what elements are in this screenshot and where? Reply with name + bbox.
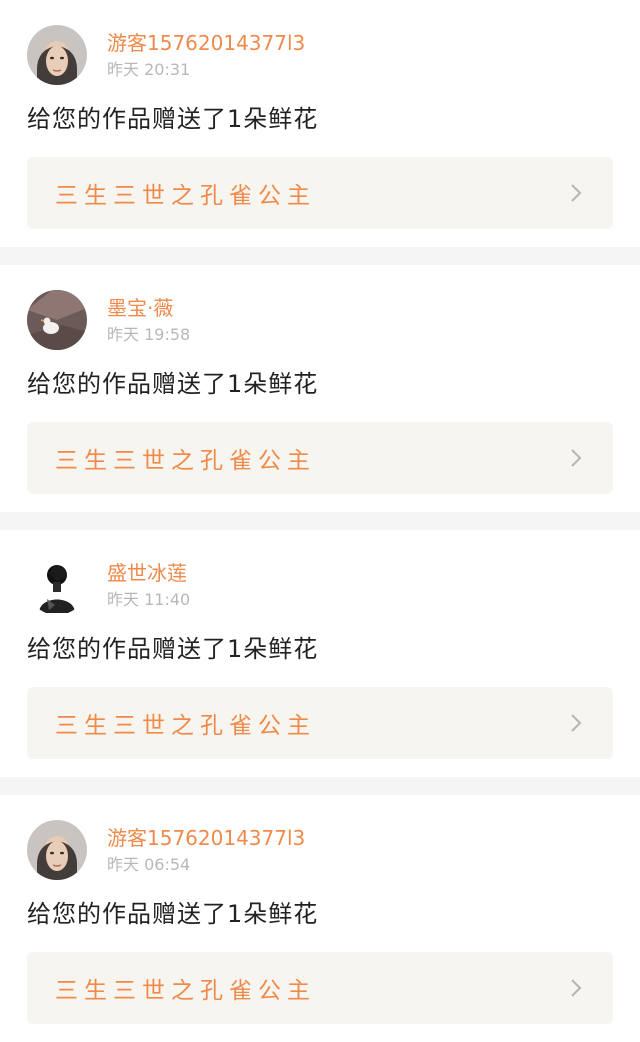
gift-message: 给您的作品赠送了1朵鲜花 [27,635,319,663]
woman-portrait-icon [27,820,87,880]
gift-message: 给您的作品赠送了1朵鲜花 [27,370,319,398]
chevron-right-icon [567,184,585,202]
gift-message: 给您的作品赠送了1朵鲜花 [27,105,319,133]
dark-figure-icon [27,555,87,615]
avatar[interactable] [27,290,87,350]
notification-header: 盛世冰莲 昨天 11:40 [27,553,613,617]
notification-header: 墨宝·薇 昨天 19:58 [27,288,613,352]
avatar[interactable] [27,25,87,85]
avatar[interactable] [27,555,87,615]
work-link[interactable]: 三生三世之孔雀公主 [27,952,613,1024]
username[interactable]: 盛世冰莲 [107,560,190,586]
white-bird-icon [27,290,87,350]
work-link[interactable]: 三生三世之孔雀公主 [27,687,613,759]
notification-header: 游客15762014377l3 昨天 20:31 [27,23,613,87]
timestamp: 昨天 19:58 [107,325,191,344]
username[interactable]: 墨宝·薇 [107,295,190,321]
notification-list: 游客15762014377l3 昨天 20:31 给您的作品赠送了1朵鲜花 三生… [0,0,640,1042]
timestamp: 昨天 11:40 [107,590,191,609]
work-title: 三生三世之孔雀公主 [55,448,316,474]
username[interactable]: 游客15762014377l3 [107,30,305,56]
chevron-right-icon [567,714,585,732]
work-link[interactable]: 三生三世之孔雀公主 [27,157,613,229]
work-title: 三生三世之孔雀公主 [55,978,316,1004]
timestamp: 昨天 20:31 [107,60,191,79]
work-link[interactable]: 三生三世之孔雀公主 [27,422,613,494]
notification-card: 墨宝·薇 昨天 19:58 给您的作品赠送了1朵鲜花 三生三世之孔雀公主 [0,265,640,512]
username[interactable]: 游客15762014377l3 [107,825,305,851]
notification-card: 游客15762014377l3 昨天 20:31 给您的作品赠送了1朵鲜花 三生… [0,0,640,247]
timestamp: 昨天 06:54 [107,855,191,874]
notification-card: 游客15762014377l3 昨天 06:54 给您的作品赠送了1朵鲜花 三生… [0,795,640,1042]
notification-header: 游客15762014377l3 昨天 06:54 [27,818,613,882]
woman-portrait-icon [27,25,87,85]
avatar[interactable] [27,820,87,880]
chevron-right-icon [567,449,585,467]
gift-message: 给您的作品赠送了1朵鲜花 [27,900,319,928]
work-title: 三生三世之孔雀公主 [55,183,316,209]
work-title: 三生三世之孔雀公主 [55,713,316,739]
chevron-right-icon [567,979,585,997]
notification-card: 盛世冰莲 昨天 11:40 给您的作品赠送了1朵鲜花 三生三世之孔雀公主 [0,530,640,777]
